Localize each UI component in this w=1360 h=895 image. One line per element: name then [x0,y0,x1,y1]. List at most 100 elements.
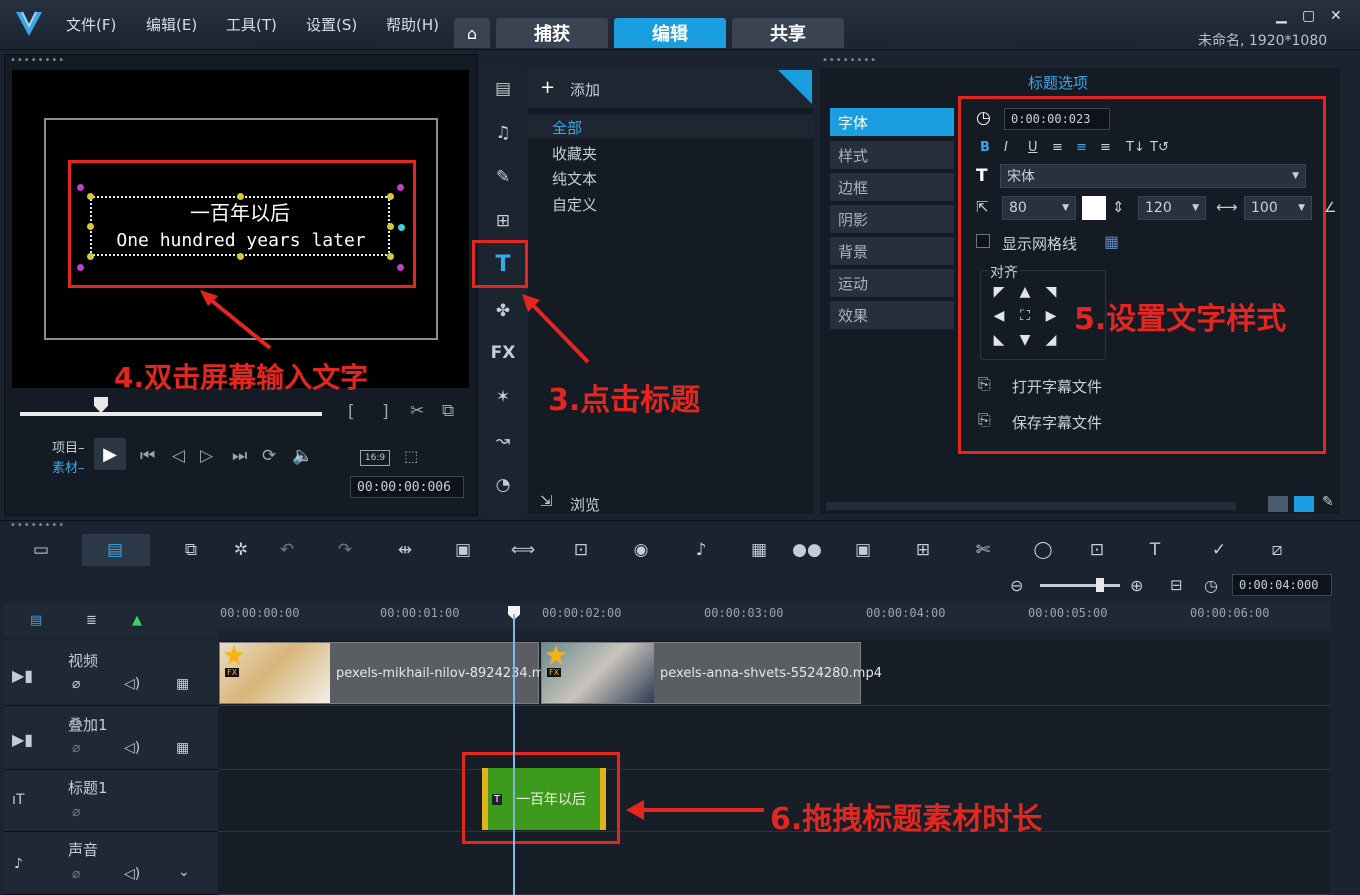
grid-settings-icon[interactable]: ▦ [1104,232,1119,251]
options-scrollbar[interactable] [826,502,1236,510]
mask-icon[interactable]: ✄ [968,536,998,564]
lasso-icon[interactable]: ◯ [1028,536,1058,564]
mark-in-icon[interactable]: [ [348,402,355,422]
tab-border[interactable]: 边框 [830,173,954,201]
save-subtitle-button[interactable]: 保存字幕文件 [1012,412,1102,433]
align-top-left-icon[interactable]: ◤ [986,284,1012,300]
category-all[interactable]: 全部 [552,117,582,138]
open-subtitle-button[interactable]: 打开字幕文件 [1012,376,1102,397]
align-top-right-icon[interactable]: ◥ [1038,284,1064,300]
tab-font[interactable]: 字体 [830,108,954,136]
scrub-bar[interactable] [20,412,322,416]
preview-timecode[interactable]: 00:00:00:006 [350,476,464,498]
rotate-handle[interactable] [398,224,405,231]
storyboard-view-icon[interactable]: ▭ [26,536,56,564]
undo-icon[interactable]: ↶ [272,536,302,564]
view-mode-icon[interactable] [1268,496,1288,512]
duration-input[interactable]: 0:00:00:023 [1004,108,1110,130]
maximize-icon[interactable]: ▢ [1302,8,1315,24]
media-icon[interactable]: ▤ [486,74,520,104]
chevron-down-icon[interactable]: ⌄ [178,864,190,880]
selection-handle[interactable] [387,223,394,230]
panel-grip[interactable]: •••••••• [822,55,877,66]
multi-camera-icon[interactable]: ▦ [744,536,774,564]
zoom-slider[interactable] [1040,584,1120,587]
split-icon[interactable]: ⟺ [508,536,538,564]
next-frame-icon[interactable]: ▷ [200,446,213,466]
align-right-mid-icon[interactable]: ▶ [1038,308,1064,324]
path-icon[interactable]: ↝ [486,426,520,456]
enlarge-preview-icon[interactable]: ⧉ [442,401,454,421]
panel-grip[interactable]: •••••••• [10,520,65,531]
transition-icon[interactable]: ⊞ [486,206,520,236]
audio-icon[interactable]: ♫ [486,118,520,148]
align-bottom-left-icon[interactable]: ◣ [986,332,1012,348]
resize-icon[interactable]: ⬚ [404,447,418,465]
tools-icon[interactable]: ✲ [226,536,256,564]
speed-icon[interactable]: ◔ [486,470,520,500]
category-plain-text[interactable]: 纯文本 [552,168,597,189]
mute-icon[interactable]: ◁) [124,676,140,692]
tab-motion[interactable]: 运动 [830,269,954,297]
view-mode-icon[interactable] [1294,496,1314,512]
mode-clip[interactable]: 素材– [52,457,85,476]
add-button[interactable]: 添加 [570,79,600,100]
align-center-mid-icon[interactable]: ⛶ [1012,308,1038,324]
menu-settings[interactable]: 设置(S) [306,14,357,35]
font-size-select[interactable]: 80 ▼ [1002,196,1076,220]
caption-subtitle[interactable]: One hundred years later [88,230,394,251]
split-screen-icon[interactable]: ⊞ [908,536,938,564]
underline-icon[interactable]: U [1028,140,1038,155]
show-grid-checkbox[interactable] [976,234,990,248]
aspect-ratio-button[interactable]: 16:9 [360,450,390,466]
tab-style[interactable]: 样式 [830,141,954,169]
align-center-icon[interactable]: ≡ [1076,140,1087,155]
tab-capture[interactable]: 捕获 [496,18,608,48]
crop-icon[interactable]: ⊡ [1082,536,1112,564]
add-track-icon[interactable]: ▲ [132,613,142,628]
menu-file[interactable]: 文件(F) [66,14,116,35]
selection-handle[interactable] [87,223,94,230]
previous-frame-icon[interactable]: ◁ [172,446,185,466]
ripple-icon[interactable]: ▦ [176,676,189,692]
selection-handle[interactable] [87,253,94,260]
line-spacing-select[interactable]: 120 ▼ [1138,196,1206,220]
tab-edit[interactable]: 编辑 [614,18,726,48]
add-icon[interactable]: + [540,77,555,98]
home-button[interactable]: ⌂ [454,18,490,48]
bold-icon[interactable]: B [980,140,990,155]
tab-background[interactable]: 背景 [830,237,954,265]
align-bottom-icon[interactable]: ▼ [1012,332,1038,348]
record-capture-icon[interactable]: ▣ [448,536,478,564]
timeline-timecode[interactable]: 0:00:04:000 [1232,574,1332,596]
ripple-icon[interactable]: ▦ [176,740,189,756]
link-icon[interactable]: ⌀ [72,866,80,882]
track-manager-icon[interactable]: ▤ [30,613,42,628]
rotate-handle[interactable] [77,264,84,271]
selection-handle[interactable] [387,193,394,200]
record-icon[interactable]: ◉ [626,536,656,564]
open-subtitle-icon[interactable]: ⎘ [978,374,991,394]
align-left-mid-icon[interactable]: ◀ [986,308,1012,324]
selection-handle[interactable] [237,253,244,260]
panel-grip[interactable]: •••••••• [10,55,65,66]
instant-project-icon[interactable]: ✎ [486,162,520,192]
caption-title[interactable]: 一百年以后 [100,197,380,226]
home-start-icon[interactable]: ⏮ [140,446,155,466]
rotate-angle-icon[interactable]: ∠ [1324,200,1337,216]
menu-edit[interactable]: 编辑(E) [146,14,197,35]
fit-project-icon[interactable]: ⊟ [1170,576,1183,594]
align-right-icon[interactable]: ≡ [1100,140,1111,155]
track-lane-overlay[interactable] [218,706,1330,770]
subtitle-editor-icon[interactable]: ▣ [848,536,878,564]
mute-icon[interactable]: ◁) [124,866,140,882]
close-icon[interactable]: ✕ [1330,8,1342,24]
track-lane-sound[interactable] [218,832,1330,895]
edit-icon[interactable]: ✎ [1322,494,1334,510]
check-icon[interactable]: ✓ [1204,536,1234,564]
zoom-in-icon[interactable]: ⊕ [1130,576,1143,595]
font-family-select[interactable]: 宋体 ▼ [1000,164,1306,188]
redo-icon[interactable]: ↷ [330,536,360,564]
slash-icon[interactable]: ⧄ [1262,536,1292,564]
text-direction-icon[interactable]: T↺ [1150,140,1169,155]
